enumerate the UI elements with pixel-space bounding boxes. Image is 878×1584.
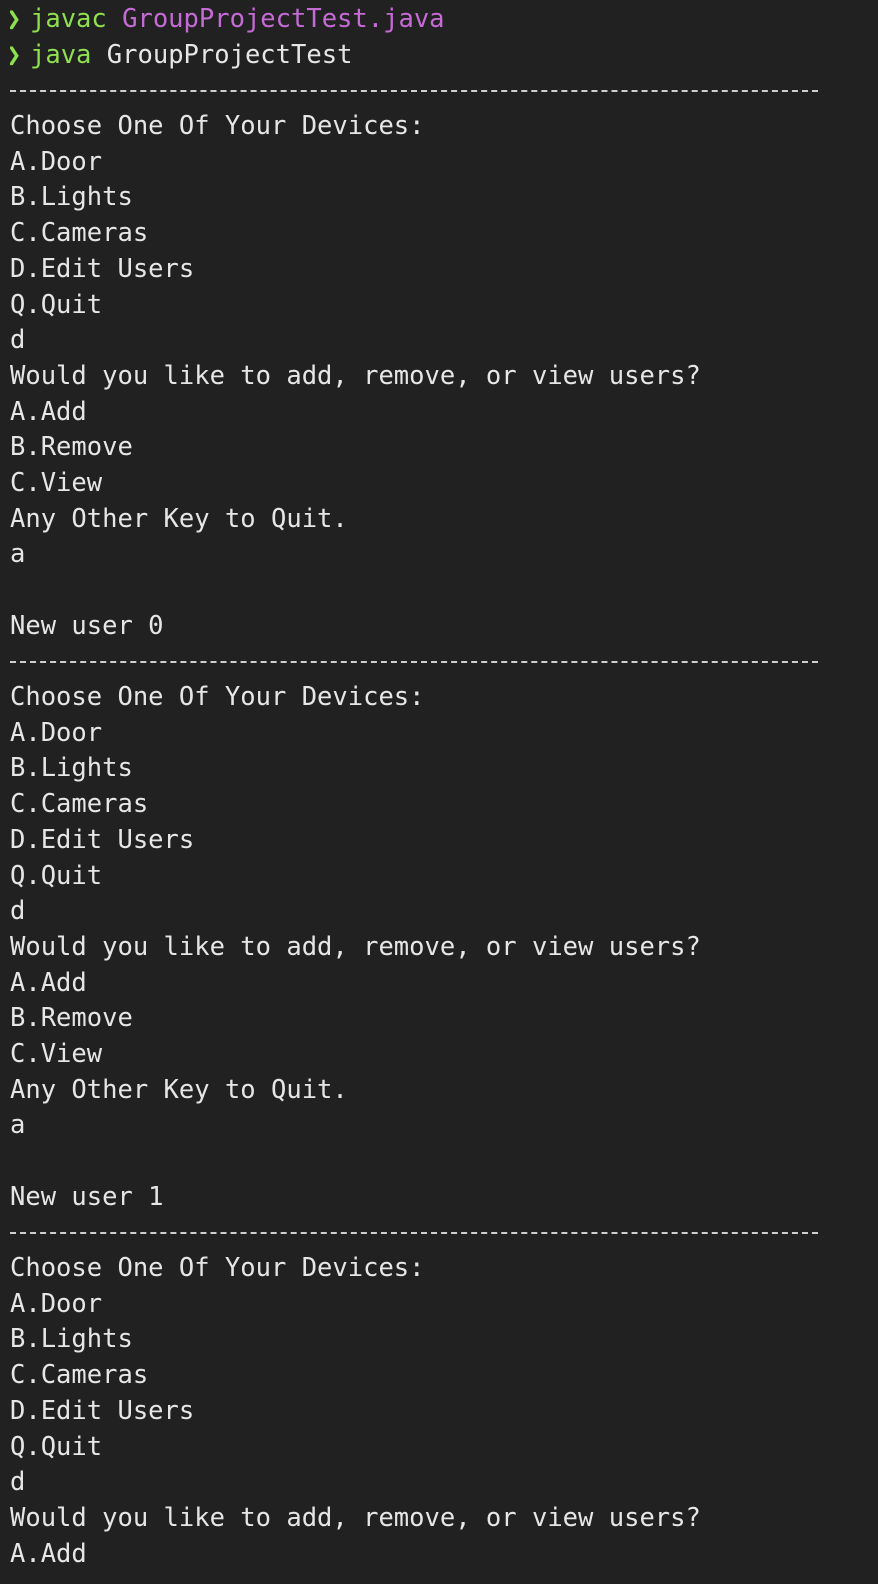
output-line: A.Add <box>10 967 87 998</box>
output-line: Would you like to add, remove, or view u… <box>10 1502 701 1533</box>
command-name: java <box>30 39 92 70</box>
output-line: B.Remove <box>10 432 133 463</box>
output-line: d <box>10 1467 26 1498</box>
output-line: Would you like to add, remove, or view u… <box>10 360 701 391</box>
output-line: D.Edit Users <box>10 1395 195 1426</box>
output-line: Choose One Of Your Devices: <box>10 1253 425 1284</box>
command-name: javac <box>30 4 107 34</box>
separator-line <box>10 73 878 109</box>
output-line: A.Door <box>10 146 103 177</box>
output-line: New user 0 <box>10 610 164 641</box>
output-line: C.Cameras <box>10 1360 149 1391</box>
output-line: A.Add <box>10 396 87 427</box>
output-line: Choose One Of Your Devices: <box>10 682 425 713</box>
output-line: A.Add <box>10 1538 87 1569</box>
output-line: A.Door <box>10 1288 103 1319</box>
prompt-arrow-icon: ❯ <box>10 38 30 74</box>
output-line: Q.Quit <box>10 1431 103 1462</box>
output-line: Any Other Key to Quit. <box>10 503 348 534</box>
output-line: d <box>10 896 26 927</box>
output-line: Q.Quit <box>10 289 103 320</box>
dashed-rule <box>10 90 818 93</box>
dashed-rule <box>10 661 818 664</box>
command-line-2: ❯ java GroupProjectTest <box>10 38 878 74</box>
output-line: a <box>10 539 26 570</box>
prompt-arrow-icon: ❯ <box>10 2 30 38</box>
output-line: C.Cameras <box>10 789 149 820</box>
command-line-1: ❯ javac GroupProjectTest.java <box>10 2 878 38</box>
output-line: B.Remove <box>10 1003 133 1034</box>
separator-line <box>10 1215 878 1251</box>
output-line: D.Edit Users <box>10 253 195 284</box>
output-line: Q.Quit <box>10 860 103 891</box>
command-argument: GroupProjectTest <box>106 39 353 70</box>
terminal-window[interactable]: ❯ javac GroupProjectTest.java ❯ java Gro… <box>10 2 878 1584</box>
output-line: Would you like to add, remove, or view u… <box>10 931 701 962</box>
output-line: C.Cameras <box>10 218 149 249</box>
output-line: Any Other Key to Quit. <box>10 1074 348 1105</box>
output-line: B.Lights <box>10 1324 133 1355</box>
output-line: B.Lights <box>10 182 133 213</box>
output-line: C.View <box>10 1038 103 1069</box>
output-line: d <box>10 325 26 356</box>
output-line: C.View <box>10 467 103 498</box>
output-line: Choose One Of Your Devices: <box>10 111 425 142</box>
separator-line <box>10 644 878 680</box>
output-line: D.Edit Users <box>10 824 195 855</box>
output-line: B.Lights <box>10 753 133 784</box>
output-line: A.Door <box>10 717 103 748</box>
dashed-rule <box>10 1232 818 1235</box>
output-line: a <box>10 1110 26 1141</box>
terminal-output: Choose One Of Your Devices: A.Door B.Light… <box>10 73 878 1572</box>
command-argument: GroupProjectTest.java <box>122 4 445 34</box>
output-line: New user 1 <box>10 1181 164 1212</box>
